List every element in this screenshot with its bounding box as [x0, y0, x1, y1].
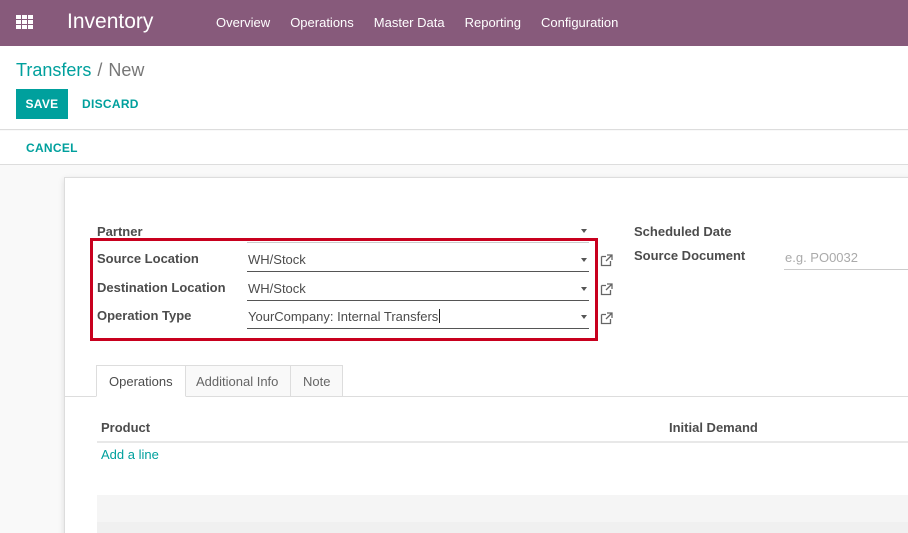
save-button[interactable]: SAVE	[16, 89, 68, 119]
breadcrumb-current: New	[108, 60, 145, 80]
table-header-divider	[97, 441, 908, 443]
breadcrumb: Transfers / New	[16, 60, 144, 81]
source-document-field	[784, 246, 908, 270]
app-name: Inventory	[67, 10, 154, 33]
menu-reporting[interactable]: Reporting	[455, 0, 531, 46]
source-document-input[interactable]	[784, 246, 908, 268]
table-row	[97, 467, 908, 495]
add-a-line-link[interactable]: Add a line	[101, 447, 159, 462]
control-panel: Transfers / New SAVE DISCARD	[0, 46, 908, 130]
destination-location-external-link-icon[interactable]	[600, 283, 613, 296]
status-bar: CANCEL	[0, 131, 908, 165]
table-row	[97, 522, 908, 533]
cancel-button[interactable]: CANCEL	[16, 134, 88, 162]
tab-note[interactable]: Note	[290, 365, 344, 397]
table-row	[97, 495, 908, 523]
top-navbar: Inventory Overview Operations Master Dat…	[0, 0, 908, 46]
partner-label: Partner	[97, 224, 143, 239]
tab-additional-info[interactable]: Additional Info	[183, 365, 292, 397]
partner-dropdown-caret-icon[interactable]	[581, 229, 587, 233]
menu-configuration[interactable]: Configuration	[531, 0, 628, 46]
source-document-label: Source Document	[634, 248, 746, 263]
menu-master-data[interactable]: Master Data	[364, 0, 455, 46]
breadcrumb-transfers[interactable]: Transfers	[16, 60, 91, 80]
operation-type-external-link-icon[interactable]	[600, 312, 613, 325]
main-menu: Overview Operations Master Data Reportin…	[206, 0, 628, 46]
source-location-external-link-icon[interactable]	[600, 254, 613, 267]
tab-operations[interactable]: Operations	[96, 365, 186, 397]
scheduled-date-label: Scheduled Date	[634, 224, 732, 239]
menu-overview[interactable]: Overview	[206, 0, 280, 46]
column-product[interactable]: Product	[101, 420, 150, 435]
column-initial-demand[interactable]: Initial Demand	[669, 420, 758, 435]
apps-menu-icon[interactable]	[16, 15, 33, 31]
highlight-box	[90, 238, 598, 341]
menu-operations[interactable]: Operations	[280, 0, 364, 46]
discard-button[interactable]: DISCARD	[70, 89, 151, 119]
breadcrumb-separator: /	[97, 60, 103, 80]
